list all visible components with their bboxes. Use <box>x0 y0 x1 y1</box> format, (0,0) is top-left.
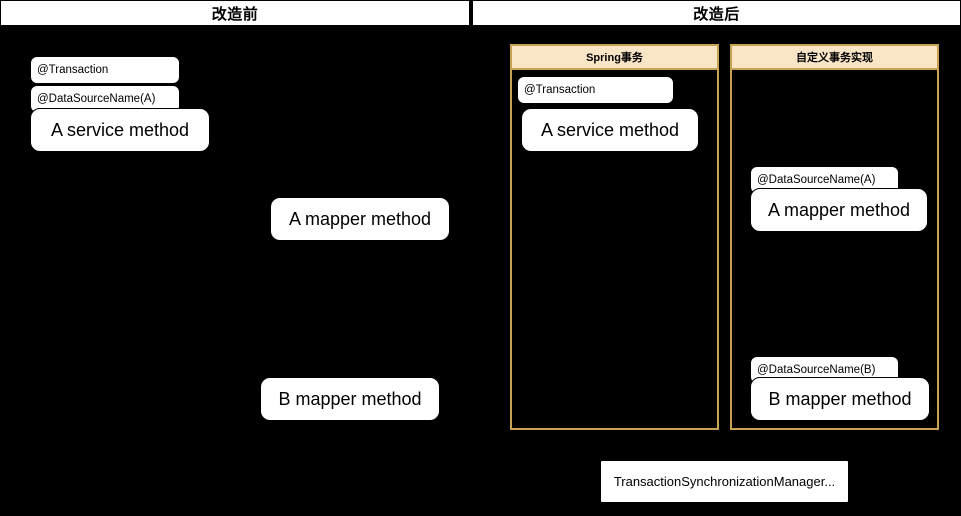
header-before-label: 改造前 <box>0 0 470 26</box>
node-a-mapper-method-after: A mapper method <box>750 188 928 232</box>
group-spring-transaction-title: Spring事务 <box>512 46 717 70</box>
annotation-transaction-before: @Transaction <box>30 56 180 84</box>
header-band: 改造前 改造后 <box>0 0 961 28</box>
group-custom-transaction-title: 自定义事务实现 <box>732 46 937 70</box>
diagram-canvas: 改造前 改造后 @Transaction @DataSourceName(A) … <box>0 0 961 516</box>
header-after-label: 改造后 <box>472 0 961 26</box>
node-b-mapper-method-before: B mapper method <box>260 377 440 421</box>
node-transaction-synchronization-manager: TransactionSynchronizationManager... <box>600 460 849 503</box>
node-a-service-method-before: A service method <box>30 108 210 152</box>
node-a-service-method-after: A service method <box>521 108 699 152</box>
node-a-mapper-method-before: A mapper method <box>270 197 450 241</box>
node-b-mapper-method-after: B mapper method <box>750 377 930 421</box>
annotation-transaction-after: @Transaction <box>517 76 674 104</box>
